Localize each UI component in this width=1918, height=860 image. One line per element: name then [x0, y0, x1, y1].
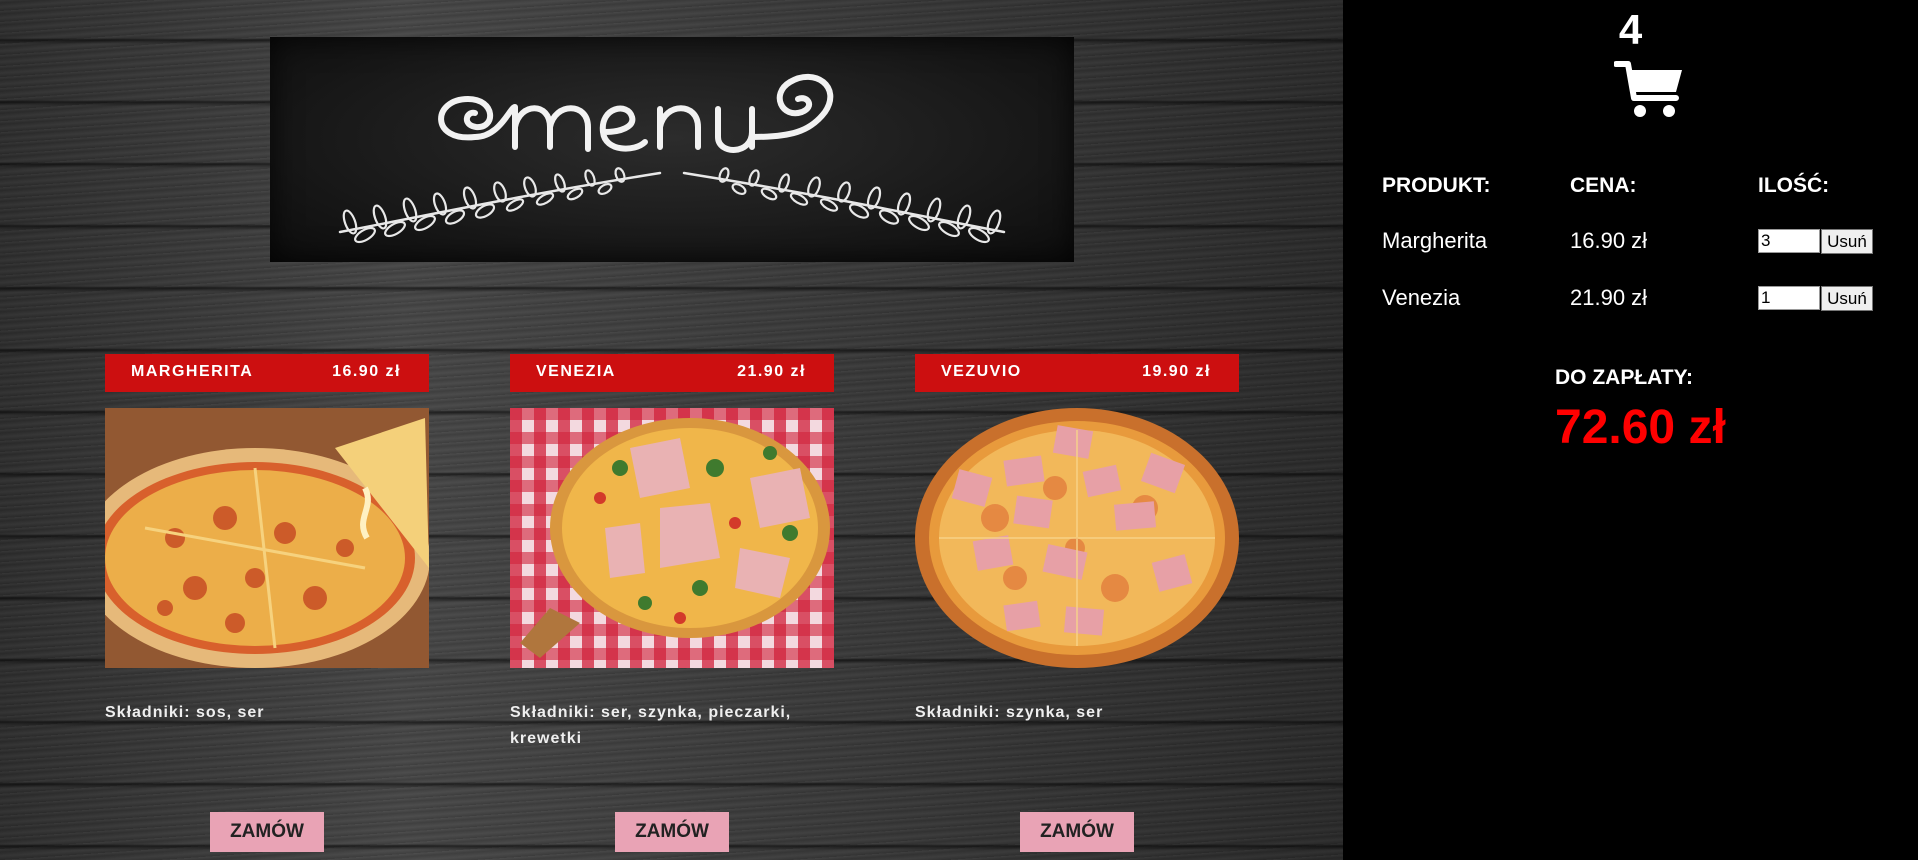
product-name: VEZUVIO — [941, 363, 1022, 380]
cart-item-quantity-input[interactable] — [1758, 229, 1820, 253]
product-name: VENEZIA — [536, 363, 616, 380]
cart-item-price: 16.90 zł — [1570, 228, 1648, 253]
menu-area: MARGHERITA 16.90 zł Składniki: sos, ser … — [0, 0, 1343, 860]
cart-header-product: PRODUKT: — [1382, 174, 1491, 197]
product-name: MARGHERITA — [131, 363, 254, 380]
margherita-pizza-image — [105, 408, 429, 668]
cart-item-name: Margherita — [1382, 228, 1488, 253]
cart-item-remove-button[interactable]: Usuń — [1821, 286, 1873, 311]
product-price: 21.90 zł — [737, 363, 806, 380]
cart-item: Margherita 16.90 zł Usuń — [1343, 228, 1918, 268]
cart-item-price: 21.90 zł — [1570, 285, 1648, 310]
menu-chalk-lettering — [338, 73, 1006, 244]
product-header: MARGHERITA 16.90 zł — [105, 354, 429, 392]
cart-item-name: Venezia — [1382, 285, 1461, 310]
cart-count: 4 — [1618, 6, 1643, 53]
cart-item-remove-button[interactable]: Usuń — [1821, 229, 1873, 254]
venezia-pizza-image — [510, 408, 834, 668]
cart-header-price: CENA: — [1570, 174, 1637, 197]
order-button-venezia[interactable]: ZAMÓW — [615, 812, 729, 852]
cart-item: Venezia 21.90 zł Usuń — [1343, 285, 1918, 325]
total-label: DO ZAPŁATY: — [1555, 366, 1694, 389]
cart-item-quantity-input[interactable] — [1758, 286, 1820, 310]
product-card-margherita: MARGHERITA 16.90 zł Składniki: sos, ser — [105, 354, 429, 760]
cart-header-quantity: ILOŚĆ: — [1758, 174, 1830, 197]
product-ingredients: Składniki: szynka, ser — [915, 704, 1104, 721]
product-header: VENEZIA 21.90 zł — [510, 354, 834, 392]
product-header: VEZUVIO 19.90 zł — [915, 354, 1239, 392]
menu-banner — [270, 37, 1074, 262]
order-button-margherita[interactable]: ZAMÓW — [210, 812, 324, 852]
product-card-venezia: VENEZIA 21.90 zł Składniki: ser, szynka,… — [510, 354, 834, 760]
product-card-vezuvio: VEZUVIO 19.90 zł Składniki: szynka, ser — [915, 354, 1239, 760]
cart-panel: 4 PRODUKT: CENA: ILOŚĆ: Margherita 16.90… — [1343, 0, 1918, 860]
product-ingredients: Składniki: ser, szynka, pieczarki, krewe… — [510, 704, 792, 747]
product-price: 16.90 zł — [332, 363, 401, 380]
order-button-vezuvio[interactable]: ZAMÓW — [1020, 812, 1134, 852]
product-price: 19.90 zł — [1142, 363, 1211, 380]
product-ingredients: Składniki: sos, ser — [105, 704, 265, 721]
vezuvio-pizza-image — [915, 408, 1239, 668]
total-value: 72.60 zł — [1555, 401, 1726, 454]
cart-icon[interactable] — [1613, 56, 1684, 125]
